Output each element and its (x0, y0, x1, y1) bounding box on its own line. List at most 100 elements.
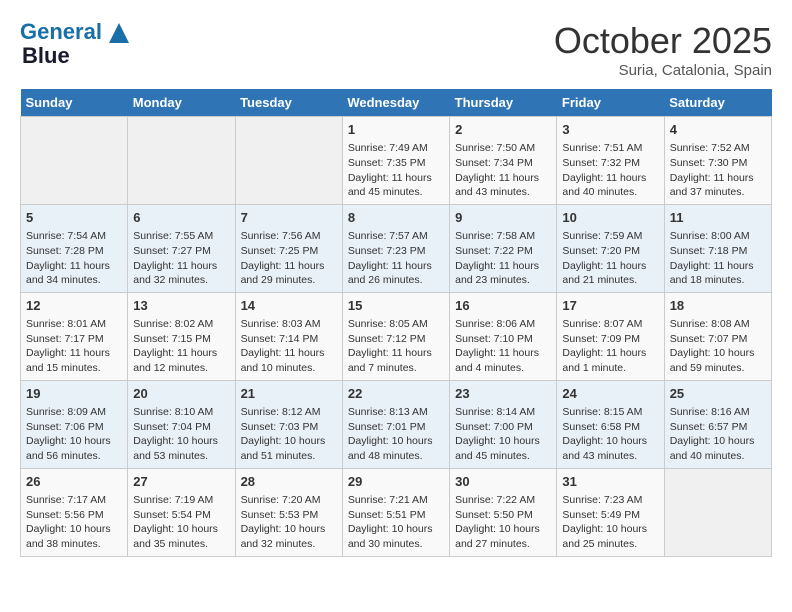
day-info: Sunrise: 7:51 AMSunset: 7:32 PMDaylight:… (562, 141, 658, 200)
day-number: 3 (562, 121, 658, 139)
logo-blue: Blue (20, 44, 129, 68)
calendar-cell: 11Sunrise: 8:00 AMSunset: 7:18 PMDayligh… (664, 204, 771, 292)
day-number: 22 (348, 385, 444, 403)
logo-text: General (20, 20, 129, 44)
day-number: 30 (455, 473, 551, 491)
day-info: Sunrise: 7:21 AMSunset: 5:51 PMDaylight:… (348, 493, 444, 552)
day-info: Sunrise: 7:57 AMSunset: 7:23 PMDaylight:… (348, 229, 444, 288)
day-info: Sunrise: 7:49 AMSunset: 7:35 PMDaylight:… (348, 141, 444, 200)
calendar-cell: 26 Sunrise: 7:17 AMSunset: 5:56 PMDayligh… (21, 468, 128, 556)
calendar-cell: 17 Sunrise: 8:07 AMSunset: 7:09 PMDayligh… (557, 292, 664, 380)
day-number: 14 (241, 297, 337, 315)
col-header-friday: Friday (557, 89, 664, 117)
calendar-cell: 3 Sunrise: 7:51 AMSunset: 7:32 PMDaylight… (557, 117, 664, 205)
calendar-cell: 6 Sunrise: 7:55 AMSunset: 7:27 PMDaylight… (128, 204, 235, 292)
day-info: Sunrise: 8:16 AMSunset: 6:57 PMDaylight:… (670, 405, 766, 464)
calendar-cell: 20 Sunrise: 8:10 AMSunset: 7:04 PMDayligh… (128, 380, 235, 468)
calendar-cell: 12 Sunrise: 8:01 AMSunset: 7:17 PMDayligh… (21, 292, 128, 380)
calendar-cell: 22 Sunrise: 8:13 AMSunset: 7:01 PMDayligh… (342, 380, 449, 468)
day-number: 24 (562, 385, 658, 403)
col-header-monday: Monday (128, 89, 235, 117)
calendar-cell: 18Sunrise: 8:08 AMSunset: 7:07 PMDayligh… (664, 292, 771, 380)
calendar-cell: 9 Sunrise: 7:58 AMSunset: 7:22 PMDaylight… (450, 204, 557, 292)
calendar-cell: 7Sunrise: 7:56 AMSunset: 7:25 PMDaylight… (235, 204, 342, 292)
col-header-sunday: Sunday (21, 89, 128, 117)
col-header-wednesday: Wednesday (342, 89, 449, 117)
day-number: 15 (348, 297, 444, 315)
day-number: 6 (133, 209, 229, 227)
calendar-cell: 1Sunrise: 7:49 AMSunset: 7:35 PMDaylight… (342, 117, 449, 205)
calendar-cell: 30 Sunrise: 7:22 AMSunset: 5:50 PMDayligh… (450, 468, 557, 556)
day-info: Sunrise: 7:55 AMSunset: 7:27 PMDaylight:… (133, 229, 229, 288)
calendar-cell: 10 Sunrise: 7:59 AMSunset: 7:20 PMDayligh… (557, 204, 664, 292)
calendar-cell: 8 Sunrise: 7:57 AMSunset: 7:23 PMDaylight… (342, 204, 449, 292)
week-row-4: 19Sunrise: 8:09 AMSunset: 7:06 PMDayligh… (21, 380, 772, 468)
day-info: Sunrise: 8:14 AMSunset: 7:00 PMDaylight:… (455, 405, 551, 464)
calendar-cell (128, 117, 235, 205)
day-info: Sunrise: 8:15 AMSunset: 6:58 PMDaylight:… (562, 405, 658, 464)
day-number: 29 (348, 473, 444, 491)
day-info: Sunrise: 8:02 AMSunset: 7:15 PMDaylight:… (133, 317, 229, 376)
day-info: Sunrise: 8:00 AMSunset: 7:18 PMDaylight:… (670, 229, 766, 288)
day-info: Sunrise: 7:56 AMSunset: 7:25 PMDaylight:… (241, 229, 337, 288)
day-info: Sunrise: 8:12 AMSunset: 7:03 PMDaylight:… (241, 405, 337, 464)
day-number: 12 (26, 297, 122, 315)
day-info: Sunrise: 8:03 AMSunset: 7:14 PMDaylight:… (241, 317, 337, 376)
calendar-cell: 23 Sunrise: 8:14 AMSunset: 7:00 PMDayligh… (450, 380, 557, 468)
calendar-cell: 2 Sunrise: 7:50 AMSunset: 7:34 PMDaylight… (450, 117, 557, 205)
calendar-table: SundayMondayTuesdayWednesdayThursdayFrid… (20, 89, 772, 557)
logo-general: General (20, 19, 102, 44)
day-number: 8 (348, 209, 444, 227)
calendar-cell: 14 Sunrise: 8:03 AMSunset: 7:14 PMDayligh… (235, 292, 342, 380)
calendar-cell (235, 117, 342, 205)
day-number: 26 (26, 473, 122, 491)
col-header-thursday: Thursday (450, 89, 557, 117)
day-number: 27 (133, 473, 229, 491)
calendar-cell: 31 Sunrise: 7:23 AMSunset: 5:49 PMDayligh… (557, 468, 664, 556)
day-info: Sunrise: 8:08 AMSunset: 7:07 PMDaylight:… (670, 317, 766, 376)
day-number: 20 (133, 385, 229, 403)
day-info: Sunrise: 7:50 AMSunset: 7:34 PMDaylight:… (455, 141, 551, 200)
day-number: 2 (455, 121, 551, 139)
day-info: Sunrise: 8:09 AMSunset: 7:06 PMDaylight:… (26, 405, 122, 464)
logo-icon (109, 23, 129, 43)
day-info: Sunrise: 7:20 AMSunset: 5:53 PMDaylight:… (241, 493, 337, 552)
day-number: 28 (241, 473, 337, 491)
calendar-cell (21, 117, 128, 205)
day-info: Sunrise: 8:06 AMSunset: 7:10 PMDaylight:… (455, 317, 551, 376)
day-number: 23 (455, 385, 551, 403)
week-row-1: 1Sunrise: 7:49 AMSunset: 7:35 PMDaylight… (21, 117, 772, 205)
day-info: Sunrise: 7:58 AMSunset: 7:22 PMDaylight:… (455, 229, 551, 288)
day-number: 4 (670, 121, 766, 139)
calendar-cell: 28 Sunrise: 7:20 AMSunset: 5:53 PMDayligh… (235, 468, 342, 556)
day-number: 16 (455, 297, 551, 315)
day-number: 31 (562, 473, 658, 491)
day-number: 21 (241, 385, 337, 403)
title-block: October 2025 Suria, Catalonia, Spain (554, 20, 772, 79)
day-number: 17 (562, 297, 658, 315)
logo: General Blue (20, 20, 129, 68)
day-info: Sunrise: 7:17 AMSunset: 5:56 PMDaylight:… (26, 493, 122, 552)
col-header-tuesday: Tuesday (235, 89, 342, 117)
calendar-cell: 4 Sunrise: 7:52 AMSunset: 7:30 PMDaylight… (664, 117, 771, 205)
calendar-cell: 27Sunrise: 7:19 AMSunset: 5:54 PMDayligh… (128, 468, 235, 556)
header-row: SundayMondayTuesdayWednesdayThursdayFrid… (21, 89, 772, 117)
day-info: Sunrise: 7:23 AMSunset: 5:49 PMDaylight:… (562, 493, 658, 552)
day-info: Sunrise: 7:52 AMSunset: 7:30 PMDaylight:… (670, 141, 766, 200)
day-info: Sunrise: 8:10 AMSunset: 7:04 PMDaylight:… (133, 405, 229, 464)
day-info: Sunrise: 7:59 AMSunset: 7:20 PMDaylight:… (562, 229, 658, 288)
page-header: General Blue October 2025 Suria, Catalon… (20, 20, 772, 79)
day-info: Sunrise: 7:22 AMSunset: 5:50 PMDaylight:… (455, 493, 551, 552)
col-header-saturday: Saturday (664, 89, 771, 117)
calendar-cell: 15Sunrise: 8:05 AMSunset: 7:12 PMDayligh… (342, 292, 449, 380)
week-row-2: 5Sunrise: 7:54 AMSunset: 7:28 PMDaylight… (21, 204, 772, 292)
day-info: Sunrise: 8:01 AMSunset: 7:17 PMDaylight:… (26, 317, 122, 376)
day-number: 10 (562, 209, 658, 227)
day-number: 9 (455, 209, 551, 227)
day-info: Sunrise: 8:13 AMSunset: 7:01 PMDaylight:… (348, 405, 444, 464)
calendar-cell: 24 Sunrise: 8:15 AMSunset: 6:58 PMDayligh… (557, 380, 664, 468)
day-info: Sunrise: 8:07 AMSunset: 7:09 PMDaylight:… (562, 317, 658, 376)
calendar-cell: 13Sunrise: 8:02 AMSunset: 7:15 PMDayligh… (128, 292, 235, 380)
day-number: 5 (26, 209, 122, 227)
calendar-cell: 19Sunrise: 8:09 AMSunset: 7:06 PMDayligh… (21, 380, 128, 468)
